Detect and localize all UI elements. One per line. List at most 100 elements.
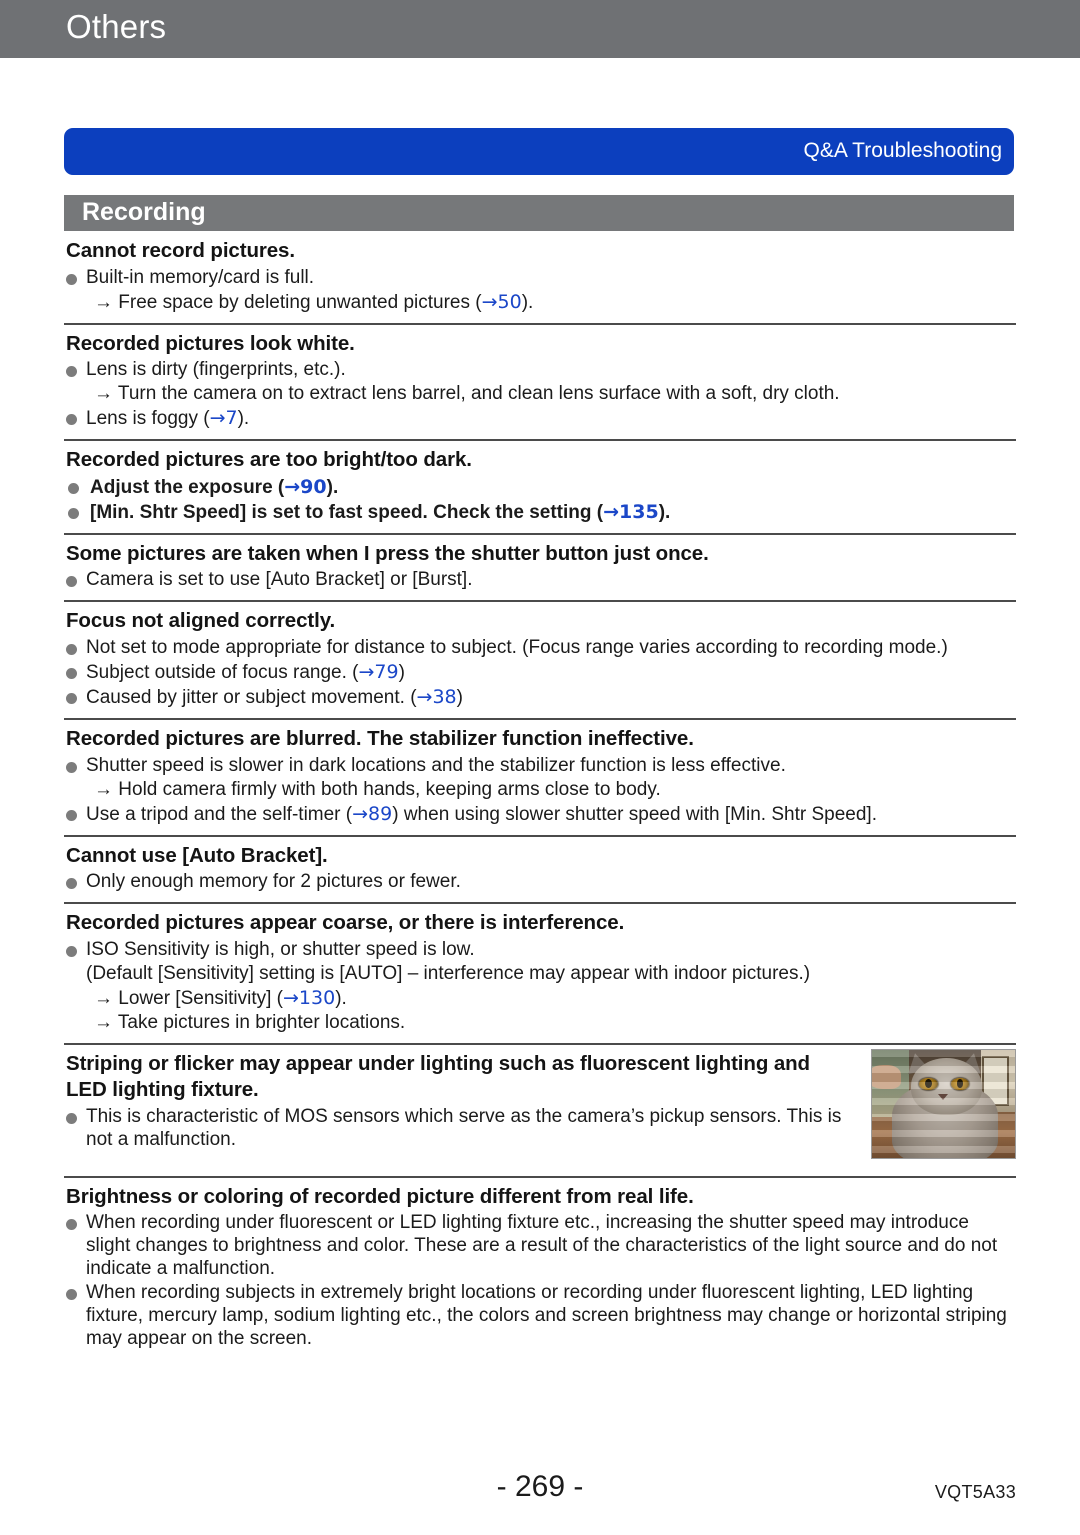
qa-block: Cannot record pictures. Built-in memory/c…	[64, 232, 1016, 325]
bullet-dot-icon	[66, 761, 77, 773]
answer-text: ).	[335, 987, 347, 1009]
answer-bullet-item: ISO Sensitivity is high, or shutter spee…	[64, 939, 1016, 962]
page-reference-link[interactable]: →38	[417, 686, 457, 708]
answer-text: (Default [Sensitivity] setting is [AUTO]…	[86, 962, 811, 984]
page-number: - 269 -	[496, 1470, 584, 1503]
question-heading: Recorded pictures are too bright/too dar…	[66, 448, 472, 472]
page-reference-link[interactable]: →50	[482, 291, 522, 313]
page-reference-link[interactable]: →135	[603, 501, 659, 523]
answer-list: ISO Sensitivity is high, or shutter spee…	[64, 939, 1016, 1035]
answer-text: Camera is set to use [Auto Bracket] or […	[86, 569, 473, 591]
answer-list: Only enough memory for 2 pictures or few…	[64, 871, 1016, 894]
answer-bullet-item: When recording subjects in extremely bri…	[64, 1282, 1016, 1351]
answer-text: )	[398, 662, 405, 684]
bullet-dot-icon	[68, 482, 79, 494]
answer-action-item: → Lower [Sensitivity] (→130).	[64, 987, 1016, 1011]
answer-bullet-item: This is characteristic of MOS sensors wh…	[64, 1106, 864, 1152]
qa-troubleshooting-banner: Q&A Troubleshooting	[64, 128, 1014, 175]
page-reference-link[interactable]: →7	[210, 407, 238, 429]
document-code: VQT5A33	[934, 1482, 1016, 1502]
answer-text: → Hold camera firmly with both hands, ke…	[94, 778, 661, 800]
answer-bullet-item: Lens is dirty (fingerprints, etc.).	[64, 359, 1016, 382]
answer-text: [Min. Shtr Speed] is set to fast speed. …	[90, 501, 604, 523]
answer-text: ISO Sensitivity is high, or shutter spee…	[86, 938, 475, 960]
answer-text: This is characteristic of MOS sensors wh…	[86, 1106, 842, 1151]
answer-text: → Free space by deleting unwanted pictur…	[94, 291, 482, 313]
bullet-dot-icon	[66, 644, 77, 656]
answer-bullet-item: Adjust the exposure (→90).	[64, 476, 1016, 500]
chapter-header-bar: Others	[0, 0, 1080, 58]
question-heading: Cannot record pictures.	[66, 239, 295, 262]
answer-continuation-item: (Default [Sensitivity] setting is [AUTO]…	[64, 963, 1016, 986]
answer-text: ).	[658, 501, 671, 523]
qa-block: Focus not aligned correctly. Not set to m…	[64, 602, 1016, 721]
question-heading: Recorded pictures are blurred. The stabi…	[66, 727, 694, 751]
qa-block: Recorded pictures appear coarse, or ther…	[64, 904, 1016, 1045]
answer-bullet-item: Not set to mode appropriate for distance…	[64, 637, 1016, 660]
answer-bullet-item: When recording under fluorescent or LED …	[64, 1212, 1016, 1281]
qa-block: Cannot use [Auto Bracket]. Only enough me…	[64, 837, 1016, 905]
answer-text: Adjust the exposure (	[90, 476, 285, 498]
photo-cat-eye-right	[950, 1077, 970, 1090]
answer-action-item: → Hold camera firmly with both hands, ke…	[64, 779, 1016, 802]
answer-text: → Lower [Sensitivity] (	[94, 987, 283, 1009]
question-heading: Some pictures are taken when I press the…	[66, 541, 709, 565]
answer-text: When recording under fluorescent or LED …	[86, 1212, 998, 1280]
photo-cat-eye-left	[919, 1077, 938, 1090]
question-heading: Striping or flicker may appear under lig…	[66, 1051, 810, 1102]
answer-bullet-item: Use a tripod and the self-timer (→89) wh…	[64, 803, 1016, 827]
qa-block-text: Striping or flicker may appear under lig…	[64, 1051, 864, 1152]
bullet-dot-icon	[66, 273, 77, 285]
answer-list: Adjust the exposure (→90). [Min. Shtr Spe…	[64, 476, 1016, 525]
bullet-dot-icon	[66, 1219, 77, 1231]
answer-text: Use a tripod and the self-timer (	[86, 803, 353, 825]
bullet-dot-icon	[66, 945, 77, 957]
answer-list: Shutter speed is slower in dark location…	[64, 755, 1016, 827]
question-heading: Focus not aligned correctly.	[66, 609, 336, 633]
answer-text: Only enough memory for 2 pictures or few…	[86, 871, 461, 893]
striping-sample-photo	[871, 1048, 1016, 1159]
page-footer: - 269 - VQT5A33	[0, 1470, 1080, 1520]
answer-text: ).	[237, 408, 250, 430]
page-reference-link[interactable]: →79	[359, 661, 399, 683]
answer-text: Built-in memory/card is full.	[86, 266, 315, 288]
answer-text: Not set to mode appropriate for distance…	[86, 637, 948, 659]
answer-text: )	[456, 687, 463, 709]
answer-list: This is characteristic of MOS sensors wh…	[64, 1106, 864, 1152]
qa-block: Recorded pictures look white. Lens is dir…	[64, 325, 1016, 442]
qa-block-text: Brightness or coloring of recorded pictu…	[64, 1184, 1016, 1352]
answer-bullet-item: Built-in memory/card is full.	[64, 267, 1016, 290]
answer-text: Subject outside of focus range. (	[86, 662, 359, 684]
qa-block-text: Cannot use [Auto Bracket]. Only enough me…	[64, 843, 1016, 895]
bullet-dot-icon	[66, 668, 77, 680]
section-header-recording: Recording	[64, 195, 1014, 231]
photo-cat-pupil-left	[925, 1079, 932, 1089]
qa-block-text: Some pictures are taken when I press the…	[64, 541, 1016, 593]
qa-block: Striping or flicker may appear under lig…	[64, 1045, 1016, 1178]
photo-hand	[872, 1064, 901, 1089]
answer-list: Built-in memory/card is full. → Free spac…	[64, 267, 1016, 315]
answer-text: → Take pictures in brighter locations.	[94, 1011, 406, 1033]
answer-text: ).	[521, 291, 534, 313]
answer-bullet-item: Only enough memory for 2 pictures or few…	[64, 871, 1016, 894]
answer-list: Not set to mode appropriate for distance…	[64, 637, 1016, 710]
bullet-dot-icon	[66, 1289, 77, 1301]
photo-cat-pupil-right	[956, 1079, 964, 1089]
answer-text: ).	[326, 476, 339, 498]
photo-cat-nose	[937, 1094, 948, 1101]
answer-text: Lens is dirty (fingerprints, etc.).	[86, 359, 346, 381]
qa-block-text: Recorded pictures are too bright/too dar…	[64, 447, 1016, 525]
answer-action-item: → Take pictures in brighter locations.	[64, 1012, 1016, 1035]
page-reference-link[interactable]: →89	[352, 803, 392, 825]
answer-bullet-item: [Min. Shtr Speed] is set to fast speed. …	[64, 501, 1016, 525]
answer-text: When recording subjects in extremely bri…	[86, 1282, 1007, 1350]
qa-block-text: Cannot record pictures. Built-in memory/c…	[64, 238, 1016, 315]
answer-bullet-item: Subject outside of focus range. (→79)	[64, 661, 1016, 685]
answer-bullet-item: Caused by jitter or subject movement. (→…	[64, 686, 1016, 710]
question-heading: Cannot use [Auto Bracket].	[66, 843, 328, 867]
page-reference-link[interactable]: →130	[283, 987, 335, 1009]
qa-block: Some pictures are taken when I press the…	[64, 535, 1016, 603]
troubleshooting-content: Cannot record pictures. Built-in memory/c…	[64, 232, 1016, 1359]
answer-text: → Turn the camera on to extract lens bar…	[94, 383, 840, 405]
page-reference-link[interactable]: →90	[284, 476, 326, 498]
